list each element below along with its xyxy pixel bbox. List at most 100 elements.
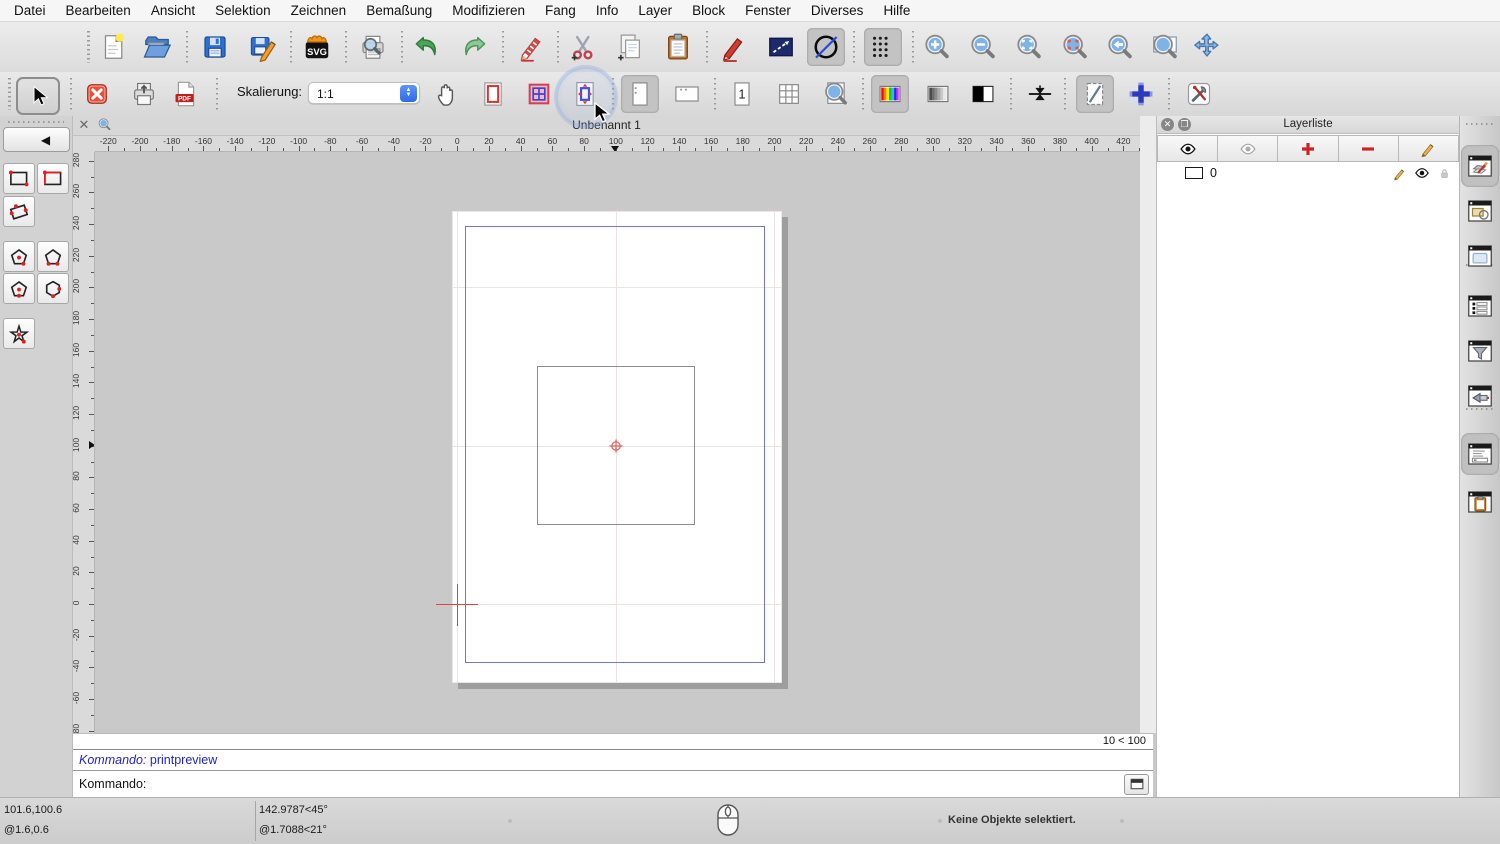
copy-icon[interactable]	[611, 28, 649, 66]
zoom-auto-icon[interactable]	[1010, 28, 1048, 66]
command-widget-button[interactable]	[1124, 773, 1149, 795]
toolbar-drag-handle[interactable]	[8, 78, 11, 110]
zoom-window-icon[interactable]	[1146, 28, 1184, 66]
multi-pages-icon[interactable]	[520, 75, 558, 113]
menu-item-zeichnen[interactable]: Zeichnen	[281, 0, 357, 22]
show-all-layers-button[interactable]	[1157, 135, 1219, 162]
auto-pan-icon[interactable]	[1188, 28, 1226, 66]
ruler-tick	[663, 148, 665, 151]
auto-zoom-icon[interactable]	[807, 28, 845, 66]
dock-property-list-button[interactable]	[1463, 289, 1497, 323]
menu-item-layer[interactable]: Layer	[628, 0, 682, 22]
tool-polygon-center-side[interactable]	[3, 273, 35, 304]
dock-selection-filter-button[interactable]	[1463, 334, 1497, 368]
tool-star[interactable]	[3, 318, 35, 349]
zoom-selection-icon[interactable]	[1056, 28, 1094, 66]
panel-splitter[interactable]	[1140, 116, 1156, 733]
ruler-tick	[504, 148, 506, 151]
drawing-canvas[interactable]	[95, 152, 1140, 733]
save-as-icon[interactable]	[243, 28, 281, 66]
tool-polygon-side-side[interactable]	[37, 273, 69, 304]
new-document-icon[interactable]	[94, 28, 132, 66]
dock-cam-view-button[interactable]	[1463, 379, 1497, 413]
layer-lock-icon[interactable]	[1437, 166, 1452, 181]
ruler-tick	[89, 350, 94, 352]
scaling-select[interactable]: 1:1 ▲ ▼	[308, 82, 420, 104]
ruler-tick	[89, 255, 94, 257]
tiled-pages-icon[interactable]	[770, 75, 808, 113]
undo-icon[interactable]	[408, 28, 446, 66]
svg-export-icon[interactable]: SVG	[298, 28, 336, 66]
menu-item-ansicht[interactable]: Ansicht	[141, 0, 205, 22]
menu-item-bemaßung[interactable]: Bemaßung	[356, 0, 442, 22]
edit-pencil-icon[interactable]	[511, 28, 549, 66]
menu-item-modifizieren[interactable]: Modifizieren	[442, 0, 535, 22]
layer-edit-pencil-icon[interactable]	[1392, 166, 1407, 181]
tool-rect-two-corners[interactable]	[3, 163, 35, 194]
grid-toggle-icon[interactable]	[864, 28, 902, 66]
menu-item-fang[interactable]: Fang	[535, 0, 586, 22]
back-button[interactable]: ◀	[3, 127, 70, 152]
crosshair-icon[interactable]	[1122, 75, 1160, 113]
zoom-in-icon[interactable]	[918, 28, 956, 66]
menu-item-fenster[interactable]: Fenster	[735, 0, 801, 22]
menu-item-bearbeiten[interactable]: Bearbeiten	[56, 0, 141, 22]
redo-icon[interactable]	[455, 28, 493, 66]
dock-library-browser-button[interactable]	[1463, 239, 1497, 273]
grayscale-mode-icon[interactable]	[919, 75, 957, 113]
hide-all-layers-button[interactable]	[1218, 135, 1279, 162]
page-border-icon[interactable]	[474, 75, 512, 113]
toolbar-drag-handle[interactable]	[87, 31, 90, 63]
stepper-icon[interactable]: ▲ ▼	[400, 84, 417, 102]
menu-item-diverses[interactable]: Diverses	[801, 0, 874, 22]
zoom-out-icon[interactable]	[964, 28, 1002, 66]
pdf-export-icon[interactable]: PDF	[167, 75, 205, 113]
edit-layer-button[interactable]	[1398, 135, 1460, 162]
close-preview-icon[interactable]	[78, 75, 116, 113]
fit-page-icon[interactable]	[566, 75, 604, 113]
app-settings-icon[interactable]	[1180, 75, 1218, 113]
hand-pan-icon[interactable]	[428, 75, 466, 113]
menu-item-hilfe[interactable]: Hilfe	[873, 0, 920, 22]
tool-rect-corner-size[interactable]	[37, 163, 69, 194]
tool-polygon-center-vertex[interactable]	[3, 241, 35, 272]
print-preview-icon[interactable]	[354, 28, 392, 66]
ruler-label: 260	[73, 184, 81, 199]
zoom-previous-icon[interactable]	[1101, 28, 1139, 66]
remove-layer-button[interactable]	[1338, 135, 1399, 162]
cut-icon[interactable]	[565, 28, 603, 66]
layer-row[interactable]: 0	[1157, 163, 1459, 183]
panel-drag-handle[interactable]	[8, 121, 64, 123]
drawing-preferences-icon[interactable]	[714, 28, 752, 66]
tool-rect-three-points[interactable]	[3, 196, 35, 227]
blackwhite-mode-icon[interactable]	[964, 75, 1002, 113]
print-icon[interactable]	[125, 75, 163, 113]
layer-visible-eye-icon[interactable]	[1414, 165, 1430, 181]
draft-mode-icon[interactable]	[1076, 75, 1114, 113]
paste-icon[interactable]	[659, 28, 697, 66]
open-icon[interactable]	[138, 28, 176, 66]
ruler-tick	[219, 148, 221, 151]
menu-item-block[interactable]: Block	[682, 0, 735, 22]
measure-icon[interactable]	[762, 28, 800, 66]
pointer-select-button[interactable]	[16, 77, 60, 115]
save-icon[interactable]	[196, 28, 234, 66]
menu-item-selektion[interactable]: Selektion	[205, 0, 281, 22]
zoom-page-icon[interactable]	[817, 75, 855, 113]
tool-polygon-two-vertices[interactable]	[37, 241, 69, 272]
menu-item-datei[interactable]: Datei	[4, 0, 56, 22]
fit-scale-icon[interactable]	[1021, 75, 1059, 113]
menu-item-info[interactable]: Info	[586, 0, 629, 22]
add-layer-button[interactable]	[1278, 135, 1339, 162]
dock-layer-list-button[interactable]	[1463, 149, 1497, 183]
portrait-icon[interactable]	[621, 75, 659, 113]
dock-block-list-button[interactable]	[1463, 194, 1497, 228]
command-input[interactable]	[150, 776, 1124, 792]
landscape-icon[interactable]	[668, 75, 706, 113]
dock-command-line-button[interactable]	[1463, 437, 1497, 471]
color-mode-icon[interactable]	[871, 75, 909, 113]
dock-clipboard-panel-button[interactable]	[1463, 485, 1497, 519]
ruler-tick	[91, 271, 94, 273]
dock-drag-handle[interactable]	[1466, 123, 1494, 125]
single-page-icon[interactable]: 1	[723, 75, 761, 113]
